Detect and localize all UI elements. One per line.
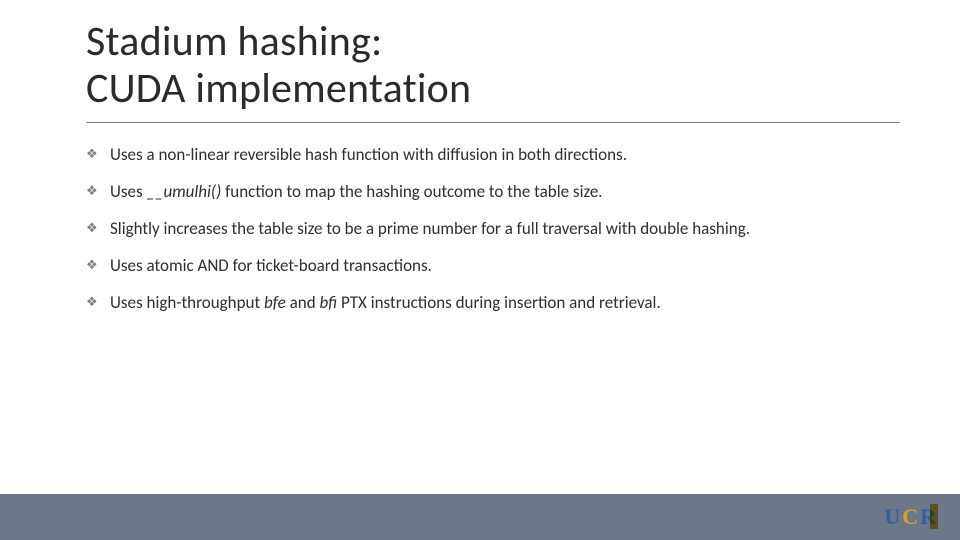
bullet-item: ❖ Uses __umulhi() function to map the ha…	[86, 181, 920, 204]
title-underline	[86, 122, 900, 123]
diamond-bullet-icon: ❖	[86, 257, 104, 275]
text-run-italic: bfe	[264, 292, 286, 313]
bullet-item: ❖ Uses atomic AND for ticket-board trans…	[86, 255, 920, 278]
ucr-logo: UCR	[884, 504, 938, 530]
content-area: ❖ Uses a non-linear reversible hash func…	[86, 144, 920, 329]
title-block: Stadium hashing: CUDA implementation	[86, 18, 900, 123]
bullet-text: Uses high-throughput bfe and bfi PTX ins…	[110, 292, 920, 315]
bullet-text: Uses __umulhi() function to map the hash…	[110, 181, 920, 204]
text-run: and	[286, 292, 320, 313]
text-run: function to map the hashing outcome to t…	[221, 181, 602, 202]
diamond-bullet-icon: ❖	[86, 146, 104, 164]
diamond-bullet-icon: ❖	[86, 294, 104, 312]
bullet-item: ❖ Uses a non-linear reversible hash func…	[86, 144, 920, 167]
text-run: Uses high-throughput	[110, 292, 264, 313]
slide: Stadium hashing: CUDA implementation ❖ U…	[0, 0, 960, 540]
bullet-text: Slightly increases the table size to be …	[110, 218, 920, 241]
bullet-text: Uses atomic AND for ticket-board transac…	[110, 255, 920, 278]
text-run: PTX instructions during insertion and re…	[337, 292, 661, 313]
diamond-bullet-icon: ❖	[86, 220, 104, 238]
bullet-item: ❖ Slightly increases the table size to b…	[86, 218, 920, 241]
title-line-1: Stadium hashing:	[86, 16, 382, 67]
logo-letter-r: R	[920, 504, 938, 529]
text-run: Slightly increases the table size to be …	[110, 218, 750, 239]
logo-letter-c: C	[902, 504, 920, 529]
text-run: Uses a non-linear reversible hash functi…	[110, 144, 627, 165]
footer-bar: UCR	[0, 494, 960, 540]
logo-letter-u: U	[884, 504, 902, 529]
diamond-bullet-icon: ❖	[86, 183, 104, 201]
bullet-text: Uses a non-linear reversible hash functi…	[110, 144, 920, 167]
text-run-italic: bfi	[319, 292, 337, 313]
bullet-item: ❖ Uses high-throughput bfe and bfi PTX i…	[86, 292, 920, 315]
title-line-2: CUDA implementation	[86, 63, 471, 114]
text-run: Uses	[110, 181, 147, 202]
slide-title: Stadium hashing: CUDA implementation	[86, 18, 900, 112]
text-run: Uses atomic AND for ticket-board transac…	[110, 255, 432, 276]
text-run-italic: __umulhi()	[147, 181, 222, 202]
